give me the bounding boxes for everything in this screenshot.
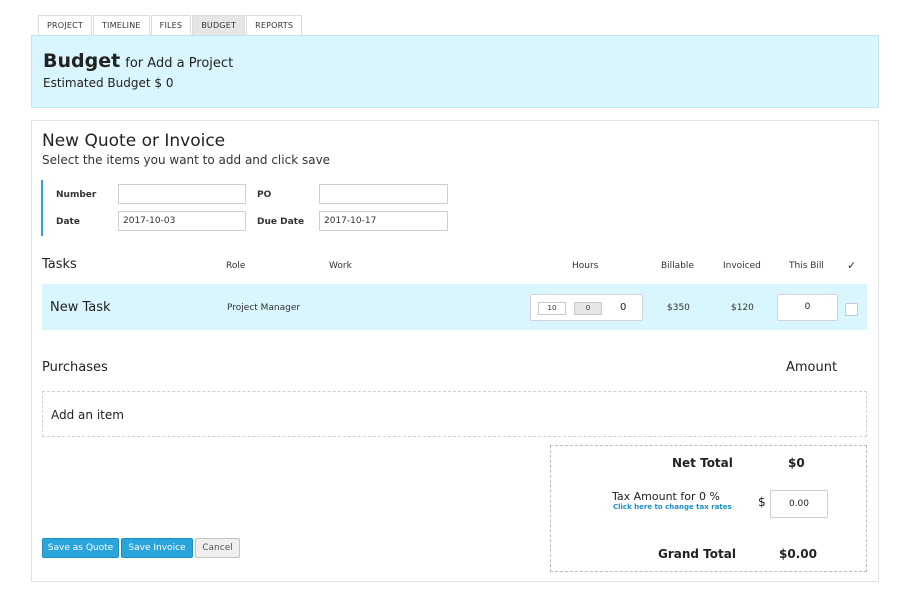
- task-billable: $350: [667, 303, 690, 313]
- purchases-title: Purchases: [42, 360, 108, 375]
- col-this-bill: This Bill: [789, 261, 824, 271]
- col-invoiced: Invoiced: [723, 261, 761, 271]
- quote-title: New Quote or Invoice: [42, 131, 226, 151]
- task-name: New Task: [50, 300, 111, 315]
- tab-bar: PROJECT TIMELINE FILES BUDGET REPORTS: [38, 15, 303, 36]
- col-work: Work: [329, 261, 352, 271]
- hours-estimate-input[interactable]: 10: [538, 302, 566, 315]
- tab-budget[interactable]: BUDGET: [192, 15, 246, 36]
- col-role: Role: [226, 261, 246, 271]
- tax-amount-input[interactable]: 0.00: [770, 490, 828, 518]
- number-label: Number: [56, 190, 97, 200]
- tab-timeline[interactable]: TIMELINE: [92, 15, 150, 36]
- hours-input-group: 10 0 0: [530, 294, 643, 321]
- po-field[interactable]: [319, 184, 448, 204]
- due-date-label: Due Date: [257, 217, 305, 227]
- cancel-button[interactable]: Cancel: [195, 538, 240, 558]
- form-accent-bar: [41, 180, 43, 236]
- page-title: Budget for Add a Project: [43, 50, 233, 72]
- tab-files[interactable]: FILES: [150, 15, 192, 36]
- date-label: Date: [56, 217, 80, 227]
- hours-logged-value: 0: [574, 302, 602, 315]
- tax-currency-symbol: $: [758, 495, 766, 509]
- tab-project[interactable]: PROJECT: [38, 15, 92, 36]
- grand-total-value: $0.00: [779, 547, 817, 561]
- task-select-checkbox[interactable]: [845, 303, 858, 316]
- number-field[interactable]: [118, 184, 246, 204]
- add-item-label: Add an item: [51, 408, 124, 422]
- save-as-quote-button[interactable]: Save as Quote: [42, 538, 119, 558]
- budget-header: Budget for Add a Project Estimated Budge…: [31, 35, 879, 108]
- hours-bill-value[interactable]: 0: [620, 302, 626, 313]
- tasks-title: Tasks: [42, 257, 77, 272]
- net-total-label: Net Total: [672, 456, 733, 470]
- task-role: Project Manager: [227, 303, 301, 313]
- tax-amount-label: Tax Amount for 0 %: [612, 490, 720, 503]
- change-tax-rates-link[interactable]: Click here to change tax rates: [613, 503, 732, 511]
- page-title-project: for Add a Project: [125, 56, 234, 71]
- this-bill-input[interactable]: 0: [777, 294, 838, 321]
- tab-reports[interactable]: REPORTS: [246, 15, 303, 36]
- date-field[interactable]: [118, 211, 246, 231]
- add-item-button[interactable]: Add an item: [42, 391, 867, 437]
- po-label: PO: [257, 190, 272, 200]
- col-check-icon: ✓: [847, 259, 857, 272]
- grand-total-label: Grand Total: [658, 547, 736, 561]
- due-date-field[interactable]: [319, 211, 448, 231]
- net-total-value: $0: [788, 456, 805, 470]
- estimated-budget: Estimated Budget $ 0: [43, 76, 174, 90]
- page-title-main: Budget: [43, 50, 121, 72]
- col-hours: Hours: [572, 261, 599, 271]
- col-billable: Billable: [661, 261, 694, 271]
- amount-label: Amount: [786, 360, 838, 375]
- save-invoice-button[interactable]: Save Invoice: [121, 538, 193, 558]
- quote-subtitle: Select the items you want to add and cli…: [42, 153, 331, 167]
- task-invoiced: $120: [731, 303, 754, 313]
